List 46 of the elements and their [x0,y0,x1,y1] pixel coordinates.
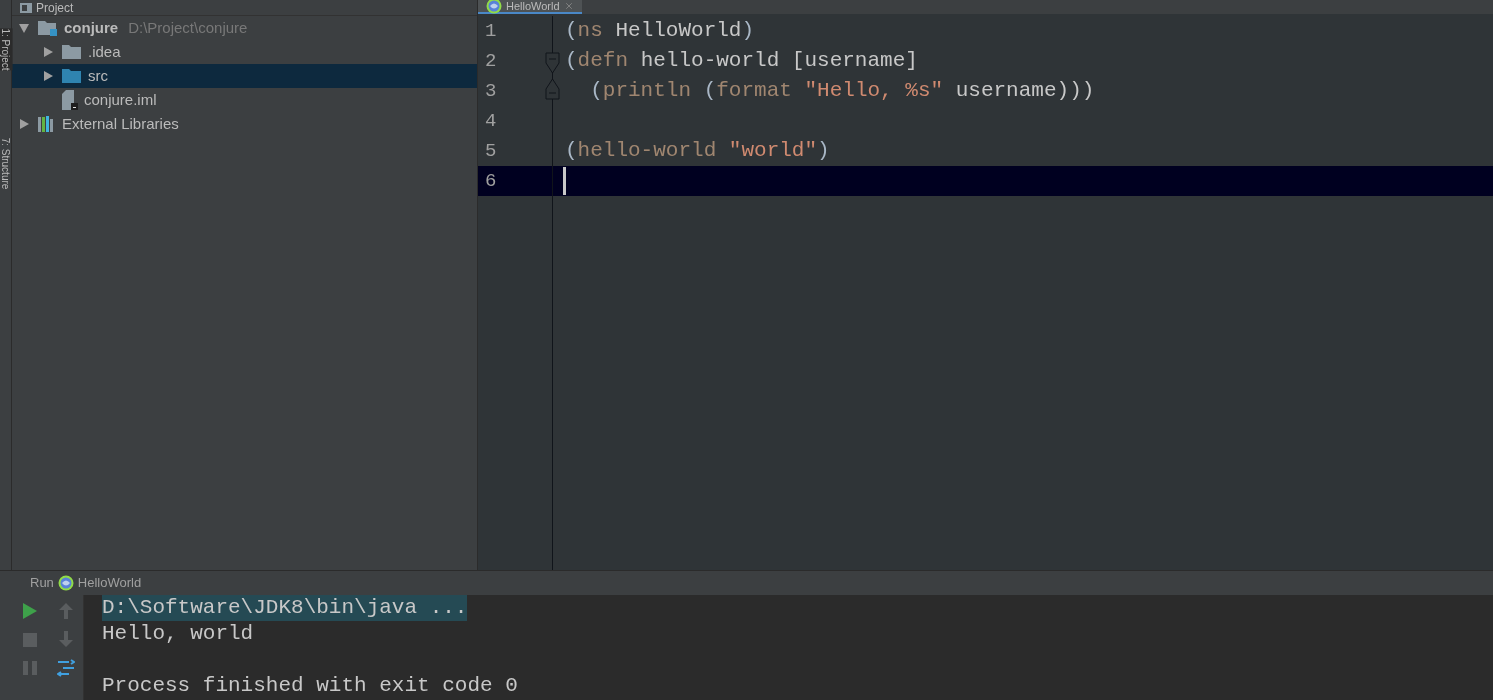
tree-item[interactable]: .idea [12,40,477,64]
up-arrow-icon[interactable] [58,603,73,619]
fold-icon[interactable] [545,78,560,100]
code-text: (println (format "Hello, %s" username))) [589,78,1095,105]
tree-item-path: D:\Project\conjure [128,17,248,38]
tree-item[interactable]: conjure.iml [12,88,477,112]
clojure-logo-icon [486,0,502,14]
tree-item-label: .idea [88,41,121,62]
run-config-label: HelloWorld [77,574,142,593]
file-icon [62,90,78,110]
collapsed-arrow-icon[interactable] [42,46,54,58]
code-text: (ns HelloWorld) [565,18,755,45]
tree-item[interactable]: src [12,64,477,88]
code-text: (defn hello-world [username] [565,48,918,75]
tree-item[interactable]: conjure D:\Project\conjure [12,16,477,40]
line-number: 6 [478,166,553,196]
close-icon[interactable] [563,1,574,11]
tree-item[interactable]: External Libraries [12,112,477,136]
module-folder-icon [38,19,58,37]
run-icon[interactable] [23,603,37,619]
console-line: Process finished with exit code 0 [102,673,518,699]
tree-item-label: src [88,65,108,86]
collapsed-arrow-icon[interactable] [42,70,54,82]
line-number: 1 [478,16,553,46]
tool-window-label[interactable]: 1: Project [0,27,13,71]
soft-wrap-icon[interactable] [56,659,75,677]
tool-window-label[interactable]: 7: Structure [0,137,13,189]
collapsed-arrow-icon[interactable] [18,118,30,130]
folder-icon [62,44,82,60]
tree-item-label: conjure [64,17,119,38]
tree-item-label: External Libraries [62,113,179,134]
code-text: (hello-world "world") [565,138,830,165]
folder-icon [62,68,82,84]
expanded-arrow-icon[interactable] [18,22,30,34]
line-number: 4 [478,106,553,136]
down-arrow-icon[interactable] [58,631,73,647]
tree-item-label: conjure.iml [84,89,157,110]
run-label: Run [30,574,54,593]
fold-icon[interactable] [545,52,560,74]
clojure-logo-icon [57,575,74,591]
editor-tab[interactable]: HelloWorld [478,0,582,14]
pause-icon[interactable] [23,661,37,675]
library-icon [38,116,56,132]
panel-title: Project [36,1,74,14]
text-cursor [563,167,566,195]
console-line: Hello, world [102,621,254,647]
